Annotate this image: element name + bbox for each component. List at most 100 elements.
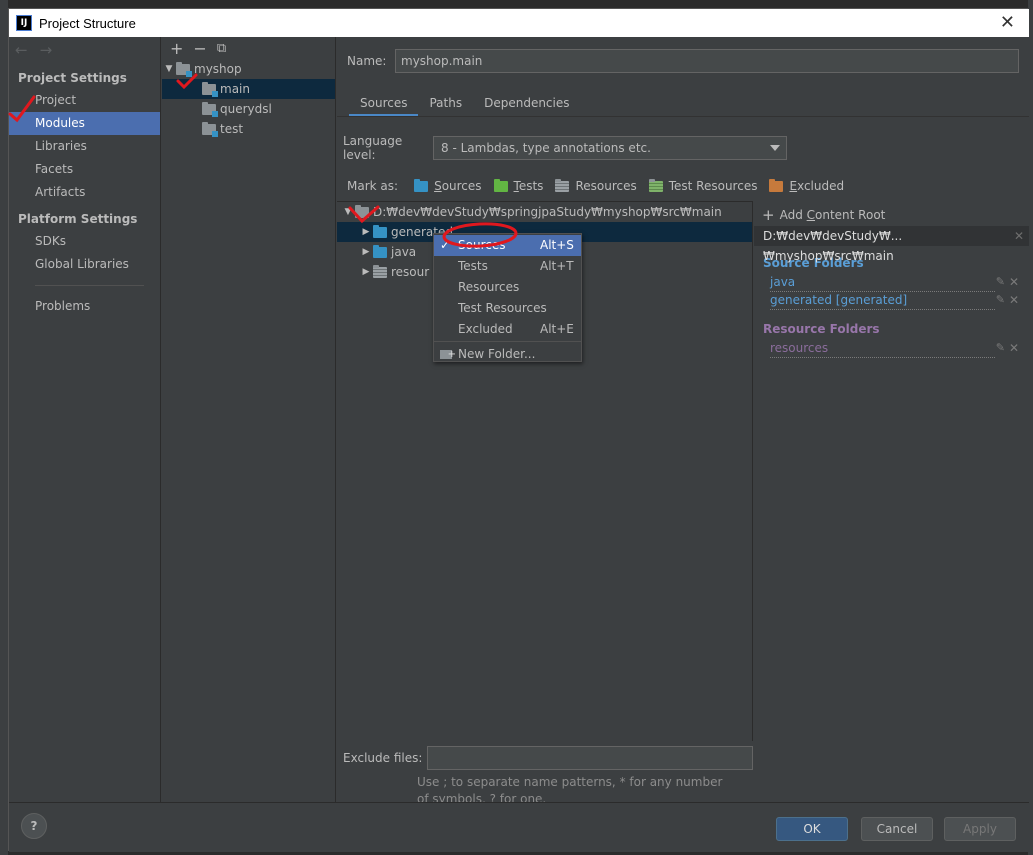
module-folder-icon: [202, 81, 218, 97]
add-content-root-button[interactable]: + Add Content Root: [754, 204, 1029, 226]
expand-triangle-icon[interactable]: ▶: [359, 262, 373, 282]
mark-as-context-menu: ✓ Sources Alt+S Tests Alt+T Resources Te…: [433, 233, 582, 365]
remove-icon[interactable]: −: [193, 39, 206, 58]
section-project-settings: Project Settings: [18, 71, 127, 85]
nav-item-problems[interactable]: Problems: [9, 295, 160, 318]
module-tree-item-main[interactable]: main: [162, 79, 335, 99]
module-folder-icon: [202, 101, 218, 117]
module-name-input[interactable]: myshop.main: [395, 49, 1019, 73]
mark-sources-button[interactable]: Sources: [414, 178, 482, 193]
remove-icon[interactable]: ✕: [1009, 273, 1019, 291]
dropdown-arrow-icon: [770, 145, 780, 151]
language-level-row: Language level: 8 - Lambdas, type annota…: [343, 134, 787, 162]
module-tree-item-test[interactable]: test: [162, 119, 335, 139]
expand-triangle-icon[interactable]: ▼: [341, 202, 355, 222]
intellij-app-icon: IJ: [16, 15, 32, 31]
edit-pencil-icon[interactable]: ✎: [996, 339, 1005, 357]
nav-item-facets[interactable]: Facets: [9, 158, 160, 181]
new-folder-icon: [440, 344, 456, 365]
content-root-path-label: D:₩dev₩devStudy₩...₩myshop₩src₩main: [763, 229, 903, 263]
menu-divider: [434, 341, 581, 342]
nav-divider: [35, 285, 144, 286]
folder-icon: [355, 204, 369, 218]
resources-folder-icon: [555, 178, 570, 192]
edit-pencil-icon[interactable]: ✎: [996, 291, 1005, 309]
menu-item-resources[interactable]: Resources: [434, 277, 581, 298]
excluded-folder-icon: [769, 178, 784, 192]
remove-content-root-icon[interactable]: ✕: [1014, 226, 1024, 246]
nav-arrows: ← →: [9, 37, 160, 63]
mark-excluded-button[interactable]: Excluded: [769, 178, 844, 193]
tab-paths[interactable]: Paths: [418, 91, 473, 117]
module-root-label: myshop: [194, 62, 242, 76]
remove-icon[interactable]: ✕: [1009, 339, 1019, 357]
name-label: Name:: [347, 54, 387, 68]
expand-triangle-icon[interactable]: ▶: [359, 222, 373, 242]
exclude-files-label: Exclude files:: [343, 751, 423, 765]
dialog-button-bar: ? OK Cancel Apply: [9, 802, 1029, 852]
remove-icon[interactable]: ✕: [1009, 291, 1019, 309]
generated-folder-icon: [373, 224, 387, 238]
menu-item-sources[interactable]: ✓ Sources Alt+S: [434, 235, 581, 256]
add-icon[interactable]: +: [170, 39, 183, 58]
module-folder-icon: [202, 121, 218, 137]
module-tree-panel: + − ⧉ ▼ myshop main querydsl test: [162, 37, 336, 802]
tree-item-label: resour: [391, 265, 430, 279]
cancel-button[interactable]: Cancel: [861, 817, 933, 841]
help-button[interactable]: ?: [21, 813, 47, 839]
tab-sources[interactable]: Sources: [349, 91, 419, 117]
expand-triangle-icon[interactable]: ▶: [359, 242, 373, 262]
mark-resources-button[interactable]: Resources: [555, 178, 637, 193]
section-platform-settings: Platform Settings: [18, 212, 138, 226]
language-level-value: 8 - Lambdas, type annotations etc.: [441, 141, 651, 155]
module-label: test: [220, 122, 244, 136]
close-icon[interactable]: ✕: [1000, 12, 1015, 33]
nav-item-global-libraries[interactable]: Global Libraries: [9, 253, 160, 276]
mark-tests-button[interactable]: Tests: [493, 178, 543, 193]
menu-item-tests[interactable]: Tests Alt+T: [434, 256, 581, 277]
content-root-path-header: D:₩dev₩devStudy₩...₩myshop₩src₩main ✕: [754, 226, 1029, 263]
nav-item-libraries[interactable]: Libraries: [9, 135, 160, 158]
resources-folder-icon: [373, 264, 387, 278]
test-resources-folder-icon: [648, 178, 663, 192]
content-root-path: D:₩dev₩devStudy₩springjpaStudy₩myshop₩sr…: [373, 205, 722, 219]
forward-arrow-icon[interactable]: →: [40, 41, 53, 59]
sources-folder-icon: [414, 178, 429, 192]
nav-item-artifacts[interactable]: Artifacts: [9, 181, 160, 204]
module-tree-item-querydsl[interactable]: querydsl: [162, 99, 335, 119]
back-arrow-icon[interactable]: ←: [15, 41, 28, 59]
resource-folders-header: Resource Folders: [763, 322, 880, 336]
exclude-files-row: Exclude files:: [343, 746, 753, 770]
nav-item-modules[interactable]: Modules: [9, 112, 160, 135]
edit-pencil-icon[interactable]: ✎: [996, 273, 1005, 291]
language-level-label: Language level:: [343, 134, 403, 162]
checkmark-icon: ✓: [440, 238, 451, 252]
mark-as-bar: Mark as: Sources Tests Resources Test Re…: [347, 178, 852, 193]
content-tree-root[interactable]: ▼ D:₩dev₩devStudy₩springjpaStudy₩myshop₩…: [337, 202, 752, 222]
tab-dependencies[interactable]: Dependencies: [473, 91, 580, 117]
language-level-select[interactable]: 8 - Lambdas, type annotations etc.: [433, 136, 787, 160]
apply-button[interactable]: Apply: [944, 817, 1016, 841]
exclude-files-input[interactable]: [427, 746, 753, 770]
mark-test-resources-button[interactable]: Test Resources: [648, 178, 757, 193]
content-root-panel: + Add Content Root D:₩dev₩devStudy₩...₩m…: [754, 201, 1029, 802]
source-folder-entry: generated [generated] ✎ ✕: [763, 291, 1021, 310]
copy-icon[interactable]: ⧉: [217, 41, 226, 56]
module-label: querydsl: [220, 102, 272, 116]
menu-item-excluded[interactable]: Excluded Alt+E: [434, 319, 581, 340]
module-settings-panel: Name: myshop.main Sources Paths Dependen…: [337, 37, 1029, 806]
module-tree-root[interactable]: ▼ myshop: [162, 59, 335, 79]
source-folder-icon: [373, 244, 387, 258]
ok-button[interactable]: OK: [776, 817, 848, 841]
plus-icon: +: [762, 206, 775, 224]
menu-item-new-folder[interactable]: New Folder...: [434, 344, 581, 365]
source-folder-entry: java ✎ ✕: [763, 273, 1021, 292]
title-bar: IJ Project Structure ✕: [9, 9, 1029, 37]
menu-item-test-resources[interactable]: Test Resources: [434, 298, 581, 319]
expand-triangle-icon[interactable]: ▼: [162, 59, 176, 79]
nav-item-sdks[interactable]: SDKs: [9, 230, 160, 253]
nav-item-project[interactable]: Project: [9, 89, 160, 112]
mark-as-label: Mark as:: [347, 179, 399, 193]
resource-folders-section: Resource Folders resources ✎ ✕: [754, 319, 1029, 358]
project-structure-dialog: IJ Project Structure ✕ ← → Project Setti…: [8, 8, 1029, 852]
